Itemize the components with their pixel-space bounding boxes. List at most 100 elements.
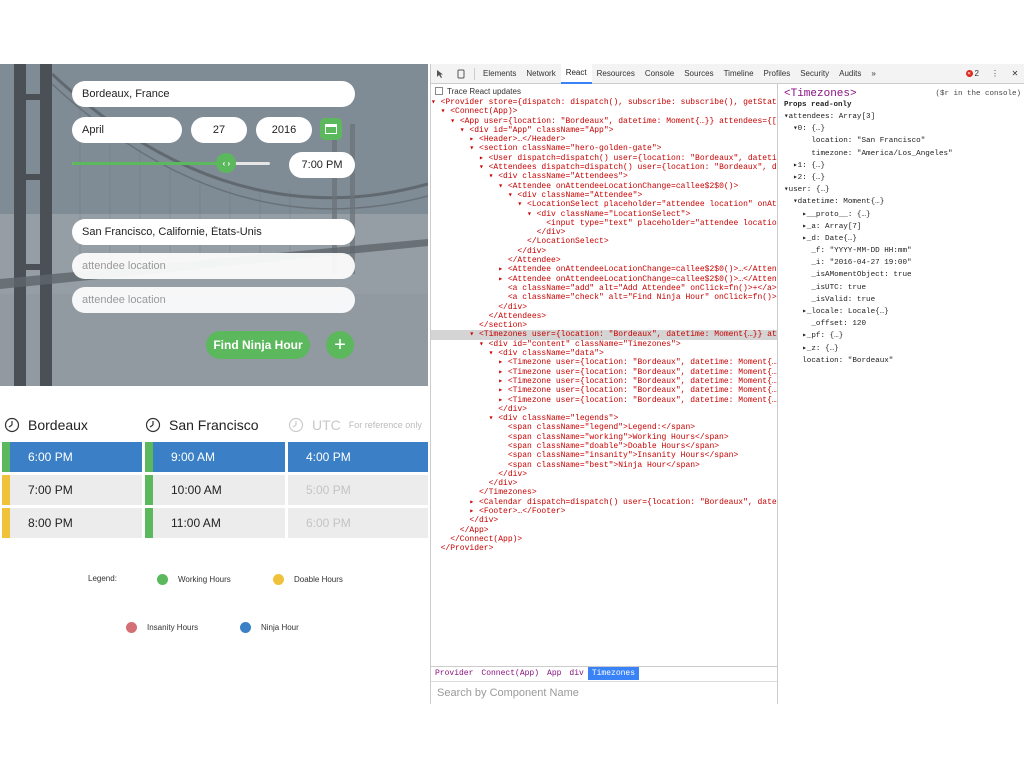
trace-checkbox[interactable] [435,87,443,95]
tree-node[interactable]: ▾ <div className="Attendee"> [431,191,777,200]
tree-node[interactable]: ▾ <div className="Attendees"> [431,172,777,181]
tree-node[interactable]: ▸ <Timezone user={location: "Bordeaux", … [431,386,777,395]
attendee-location-input-1[interactable] [72,219,355,245]
prop-line[interactable]: _f: "YYYY-MM-DD HH:mm" [784,245,1024,257]
time-input[interactable]: 7:00 PM [289,152,355,178]
attendee-location-input-3[interactable] [72,287,355,313]
prop-line[interactable]: location: "Bordeaux" [784,355,1024,367]
component-search-input[interactable] [431,682,777,704]
tree-node[interactable]: ▸ <Attendee onAttendeeLocationChange=cal… [431,265,777,274]
prop-line[interactable]: ▸_z: {…} [784,343,1024,355]
day-input[interactable]: 27 [191,117,247,143]
prop-line[interactable]: _isAMomentObject: true [784,269,1024,281]
devtools-tab-elements[interactable]: Elements [478,64,521,84]
devtools-tab-react[interactable]: React [560,64,592,84]
timezone-cell[interactable]: 4:00 PM [288,442,428,472]
attendee-location-input-2[interactable] [72,253,355,279]
tree-node[interactable]: <a className="check" alt="Find Ninja Hou… [431,293,777,302]
error-counter[interactable]: ✕ 2 [965,69,979,78]
timezone-cell[interactable]: 9:00 AM [145,442,285,472]
devtools-tab-sources[interactable]: Sources [679,64,718,84]
tree-node[interactable]: </div> [431,405,777,414]
prop-line[interactable]: _isUTC: true [784,282,1024,294]
timezone-cell[interactable]: 7:00 PM [2,475,142,505]
tree-node[interactable]: ▸ <Timezone user={location: "Bordeaux", … [431,358,777,367]
devtools-tab-resources[interactable]: Resources [592,64,640,84]
prop-line[interactable]: ▾attendees: Array[3] [784,111,1024,123]
prop-line[interactable]: ▸_a: Array[7] [784,221,1024,233]
tree-node[interactable]: </div> [431,479,777,488]
tree-node[interactable]: ▾ <div className="LocationSelect"> [431,210,777,219]
close-icon[interactable]: ✕ [1008,67,1022,81]
find-ninja-hour-button[interactable]: Find Ninja Hour [206,331,310,359]
tree-node[interactable]: ▾ <Timezones user={location: "Bordeaux",… [431,330,777,340]
location-input-field[interactable] [82,88,345,100]
tree-node[interactable]: </div> [431,247,777,256]
prop-line[interactable]: _isValid: true [784,294,1024,306]
tree-node[interactable]: ▾ <div id="App" className="App"> [431,126,777,135]
tree-node[interactable]: ▸ <Calendar dispatch=dispatch() user={lo… [431,498,777,507]
tree-node[interactable]: <a className="add" alt="Add Attendee" on… [431,284,777,293]
tree-node[interactable]: </Timezones> [431,488,777,497]
tree-node[interactable]: </div> [431,470,777,479]
timezone-cell[interactable]: 6:00 PM [288,508,428,538]
tree-node[interactable]: <input type="text" placeholder="attendee… [431,219,777,228]
tree-node[interactable]: ▾ <div id="content" className="Timezones… [431,340,777,349]
devtools-tab-security[interactable]: Security [795,64,834,84]
timezone-cell[interactable]: 8:00 PM [2,508,142,538]
prop-line[interactable]: ▸_d: Date{…} [784,233,1024,245]
tree-node[interactable]: ▾ <Attendee onAttendeeLocationChange=cal… [431,182,777,191]
prop-line[interactable]: ▸__proto__: {…} [784,209,1024,221]
prop-line[interactable]: ▸1: {…} [784,160,1024,172]
breadcrumb-item[interactable]: Connect(App) [477,667,543,680]
calendar-button[interactable] [320,118,342,140]
component-search[interactable] [431,681,777,704]
tree-node[interactable]: <span className="legend">Legend:</span> [431,423,777,432]
tree-node[interactable]: <span className="best">Ninja Hour</span> [431,461,777,470]
tree-node[interactable]: ▾ <div className="data"> [431,349,777,358]
month-select[interactable]: April [72,117,182,143]
breadcrumb-item[interactable]: div [565,667,587,680]
prop-line[interactable]: ▸2: {…} [784,172,1024,184]
prop-line[interactable]: ▾user: {…} [784,184,1024,196]
tree-node[interactable]: </Attendee> [431,256,777,265]
tree-node[interactable]: ▸ <Timezone user={location: "Bordeaux", … [431,368,777,377]
prop-line[interactable]: _i: "2016-04-27 19:00" [784,257,1024,269]
year-input[interactable]: 2016 [256,117,312,143]
tree-node[interactable]: ▸ <Header>…</Header> [431,135,777,144]
trace-updates-toggle[interactable]: Trace React updates [431,84,777,98]
tree-node[interactable]: </div> [431,516,777,525]
tree-node[interactable]: ▾ <Connect(App)> [431,107,777,116]
prop-line[interactable]: location: "San Francisco" [784,135,1024,147]
timezone-cell[interactable]: 10:00 AM [145,475,285,505]
prop-line[interactable]: ▸_locale: Locale{…} [784,306,1024,318]
tree-node[interactable]: ▸ <User dispatch=dispatch() user={locati… [431,154,777,163]
device-mode-icon[interactable] [454,67,468,81]
tree-node[interactable]: ▾ <App user={location: "Bordeaux", datet… [431,117,777,126]
tree-node[interactable]: <span className="insanity">Insanity Hour… [431,451,777,460]
tree-node[interactable]: </Attendees> [431,312,777,321]
time-slider-track[interactable] [72,162,270,165]
timezone-cell[interactable]: 6:00 PM [2,442,142,472]
tree-node[interactable]: ▾ <Provider store={dispatch: dispatch(),… [431,98,777,107]
tree-node[interactable]: ▾ <div className="legends"> [431,414,777,423]
attendee-location-field-1[interactable] [82,226,345,238]
tree-node[interactable]: </LocationSelect> [431,237,777,246]
breadcrumb-item[interactable]: App [543,667,565,680]
tree-node[interactable]: ▸ <Timezone user={location: "Bordeaux", … [431,396,777,405]
breadcrumb-item[interactable]: Timezones [587,667,640,680]
prop-line[interactable]: timezone: "America/Los_Angeles" [784,148,1024,160]
tree-node[interactable]: <span className="doable">Doable Hours</s… [431,442,777,451]
devtools-tab-network[interactable]: Network [521,64,560,84]
tree-node[interactable]: ▾ <section className="hero-golden-gate"> [431,144,777,153]
timezone-cell[interactable]: 11:00 AM [145,508,285,538]
tree-node[interactable]: </section> [431,321,777,330]
breadcrumb-item[interactable]: Provider [431,667,477,680]
tree-node[interactable]: </div> [431,228,777,237]
tree-node[interactable]: <span className="working">Working Hours<… [431,433,777,442]
tree-node[interactable]: </div> [431,303,777,312]
prop-line[interactable]: ▾datetime: Moment{…} [784,196,1024,208]
prop-line[interactable]: _offset: 120 [784,318,1024,330]
tree-node[interactable]: ▸ <Attendee onAttendeeLocationChange=cal… [431,275,777,284]
tree-node[interactable]: </App> [431,526,777,535]
